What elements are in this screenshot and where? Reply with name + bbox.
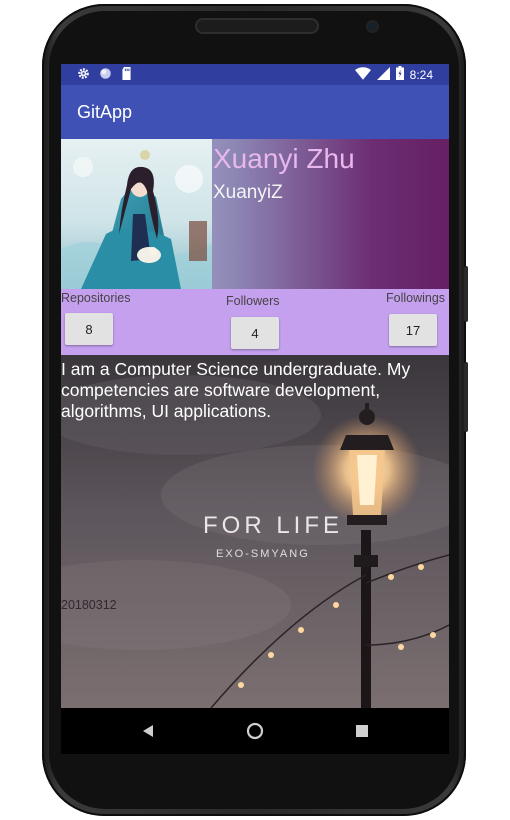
followings-label: Followings xyxy=(386,291,446,305)
profile-header: Xuanyi Zhu XuanyiZ xyxy=(61,139,449,289)
navigation-bar xyxy=(61,708,449,754)
app-bar: GitApp xyxy=(61,85,449,139)
recents-icon[interactable] xyxy=(352,721,372,741)
battery-icon xyxy=(395,66,404,83)
status-time: 8:24 xyxy=(409,67,433,82)
speaker-grille xyxy=(195,18,319,34)
device-screen: 8:24 GitApp Xuanyi Zhu XuanyiZ Repositor… xyxy=(61,64,449,754)
poster-title: FOR LIFE xyxy=(203,512,344,539)
wifi-icon xyxy=(354,66,371,83)
circle-icon xyxy=(99,67,112,85)
followers-button[interactable]: 4 xyxy=(231,317,279,349)
repositories-label: Repositories xyxy=(61,291,131,305)
power-button xyxy=(464,362,468,432)
followings-button[interactable]: 17 xyxy=(389,314,437,346)
poster-subtitle: EXO-SMYANG xyxy=(216,548,310,560)
profile-name: Xuanyi Zhu xyxy=(213,143,355,174)
bio-text: I am a Computer Science undergraduate. M… xyxy=(61,359,411,421)
bio-section: I am a Computer Science undergraduate. M… xyxy=(61,355,449,708)
avatar[interactable] xyxy=(61,139,212,289)
signal-icon xyxy=(376,66,390,83)
app-title: GitApp xyxy=(77,102,133,122)
followers-label: Followers xyxy=(226,294,280,308)
home-icon[interactable] xyxy=(245,721,265,741)
avatar-illustration xyxy=(61,139,212,289)
date-text: 20180312 xyxy=(61,598,117,612)
repositories-button[interactable]: 8 xyxy=(65,313,113,345)
gear-icon xyxy=(77,67,90,85)
stats-bar: Repositories 8 Followers 4 Followings 17 xyxy=(61,289,449,355)
back-icon[interactable] xyxy=(138,721,158,741)
status-bar: 8:24 xyxy=(61,64,449,85)
front-camera xyxy=(368,22,377,31)
sd-card-icon xyxy=(121,67,132,85)
volume-button xyxy=(464,266,468,322)
profile-login: XuanyiZ xyxy=(213,182,283,203)
